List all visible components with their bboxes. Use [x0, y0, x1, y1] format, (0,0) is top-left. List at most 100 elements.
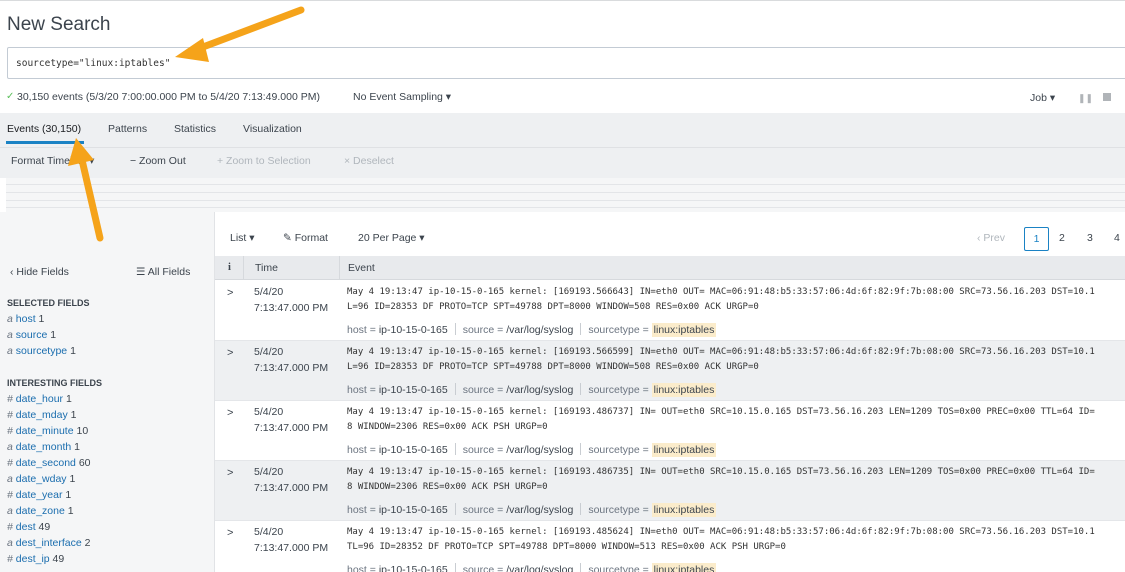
field-name[interactable]: source: [16, 329, 48, 341]
host-value[interactable]: ip-10-15-0-165: [379, 384, 448, 396]
sourcetype-label: sourcetype =: [588, 444, 652, 456]
field-item-date-second[interactable]: # date_second 60: [7, 457, 91, 469]
stop-icon[interactable]: [1103, 93, 1111, 101]
tab-patterns[interactable]: Patterns: [108, 123, 147, 135]
field-item-date-zone[interactable]: a date_zone 1: [7, 505, 74, 517]
results-tabs: Events (30,150) Patterns Statistics Visu…: [0, 113, 1125, 148]
job-menu-button[interactable]: Job ▾: [1030, 92, 1055, 104]
field-item-host[interactable]: a host 1: [7, 313, 44, 325]
tab-statistics[interactable]: Statistics: [174, 123, 216, 135]
field-type-indicator: a: [7, 537, 13, 549]
event-time[interactable]: 7:13:47.000 PM: [254, 422, 328, 434]
expand-row-icon[interactable]: >: [227, 287, 233, 299]
divider: [454, 383, 456, 395]
sourcetype-label: sourcetype =: [588, 564, 652, 572]
field-item-date-minute[interactable]: # date_minute 10: [7, 425, 88, 437]
page-title: New Search: [7, 14, 111, 35]
host-value[interactable]: ip-10-15-0-165: [379, 324, 448, 336]
source-label: source =: [462, 504, 507, 516]
per-page-dropdown[interactable]: 20 Per Page ▾: [358, 232, 425, 244]
sourcetype-value[interactable]: linux:iptables: [651, 383, 717, 397]
field-item-source[interactable]: a source 1: [7, 329, 56, 341]
field-item-date-month[interactable]: a date_month 1: [7, 441, 80, 453]
event-time[interactable]: 7:13:47.000 PM: [254, 302, 328, 314]
field-item-date-year[interactable]: # date_year 1: [7, 489, 71, 501]
format-button[interactable]: ✎ Format: [283, 232, 328, 244]
active-tab-indicator: [6, 141, 84, 144]
tab-visualization[interactable]: Visualization: [243, 123, 302, 135]
selected-fields-heading: SELECTED FIELDS: [7, 298, 90, 308]
search-query-text[interactable]: sourcetype="linux:iptables": [16, 58, 170, 69]
source-value[interactable]: /var/log/syslog: [506, 444, 573, 456]
divider: [580, 503, 582, 515]
host-value[interactable]: ip-10-15-0-165: [379, 564, 448, 572]
field-name[interactable]: date_month: [16, 441, 71, 453]
hide-fields-button[interactable]: ‹ Hide Fields: [10, 266, 69, 278]
pager-page-1[interactable]: 1: [1024, 227, 1049, 251]
event-count-status: 30,150 events (5/3/20 7:00:00.000 PM to …: [17, 91, 320, 103]
field-item-date-mday[interactable]: # date_mday 1: [7, 409, 76, 421]
event-raw-line: May 4 19:13:47 ip-10-15-0-165 kernel: [1…: [347, 407, 1095, 417]
field-name[interactable]: date_year: [16, 489, 63, 501]
field-name[interactable]: date_zone: [16, 505, 65, 517]
field-distinct-count: 49: [38, 521, 51, 533]
field-item-date-wday[interactable]: a date_wday 1: [7, 473, 75, 485]
pause-icon[interactable]: ❚❚: [1078, 93, 1093, 104]
event-time[interactable]: 7:13:47.000 PM: [254, 482, 328, 494]
source-value[interactable]: /var/log/syslog: [506, 324, 573, 336]
field-item-dest-interface[interactable]: a dest_interface 2: [7, 537, 91, 549]
timeline-gridline: [6, 207, 1125, 208]
field-type-indicator: a: [7, 329, 13, 341]
source-label: source =: [462, 564, 507, 572]
pager-prev-button[interactable]: ‹ Prev: [977, 232, 1005, 244]
field-name[interactable]: dest_ip: [16, 553, 50, 565]
all-fields-button[interactable]: ☰ All Fields: [136, 266, 190, 278]
field-name[interactable]: date_mday: [16, 409, 68, 421]
event-time[interactable]: 7:13:47.000 PM: [254, 542, 328, 554]
pager-page-2[interactable]: 2: [1059, 232, 1065, 244]
event-row[interactable]: >5/4/20 7:13:47.000 PM May 4 19:13:47 ip-1…: [215, 461, 1125, 521]
field-name[interactable]: date_wday: [16, 473, 67, 485]
timeline-gridline: [6, 184, 1125, 185]
field-item-date-hour[interactable]: # date_hour 1: [7, 393, 72, 405]
list-view-dropdown[interactable]: List ▾: [230, 232, 255, 244]
expand-row-icon[interactable]: >: [227, 467, 233, 479]
sourcetype-value[interactable]: linux:iptables: [651, 443, 717, 457]
field-name[interactable]: date_second: [16, 457, 76, 469]
sourcetype-value[interactable]: linux:iptables: [651, 323, 717, 337]
field-name[interactable]: date_minute: [16, 425, 74, 437]
format-timeline-dropdown[interactable]: Format Timeline ▾: [11, 155, 94, 167]
field-name[interactable]: sourcetype: [16, 345, 67, 357]
search-input[interactable]: sourcetype="linux:iptables": [7, 47, 1125, 79]
tab-events[interactable]: Events (30,150): [7, 123, 81, 135]
time-column-header[interactable]: Time: [255, 262, 278, 274]
field-item-sourcetype[interactable]: a sourcetype 1: [7, 345, 76, 357]
expand-row-icon[interactable]: >: [227, 407, 233, 419]
event-row[interactable]: >5/4/20 7:13:47.000 PM May 4 19:13:47 ip-1…: [215, 401, 1125, 461]
event-row[interactable]: >5/4/20 7:13:47.000 PM May 4 19:13:47 ip-1…: [215, 521, 1125, 572]
field-item-dest-ip[interactable]: # dest_ip 49: [7, 553, 64, 565]
event-sampling-dropdown[interactable]: No Event Sampling ▾: [353, 91, 451, 103]
deselect-button[interactable]: × Deselect: [344, 155, 394, 167]
zoom-to-selection-button[interactable]: + Zoom to Selection: [217, 155, 311, 167]
field-name[interactable]: host: [16, 313, 36, 325]
host-value[interactable]: ip-10-15-0-165: [379, 504, 448, 516]
pager-page-4[interactable]: 4: [1114, 232, 1120, 244]
field-name[interactable]: date_hour: [16, 393, 63, 405]
event-row[interactable]: >5/4/20 7:13:47.000 PM May 4 19:13:47 ip-1…: [215, 341, 1125, 401]
expand-row-icon[interactable]: >: [227, 527, 233, 539]
sourcetype-value[interactable]: linux:iptables: [651, 503, 717, 517]
event-time[interactable]: 7:13:47.000 PM: [254, 362, 328, 374]
sourcetype-value[interactable]: linux:iptables: [651, 563, 717, 572]
pager-page-3[interactable]: 3: [1087, 232, 1093, 244]
expand-row-icon[interactable]: >: [227, 347, 233, 359]
host-value[interactable]: ip-10-15-0-165: [379, 444, 448, 456]
zoom-out-button[interactable]: − Zoom Out: [130, 155, 186, 167]
source-value[interactable]: /var/log/syslog: [506, 384, 573, 396]
source-value[interactable]: /var/log/syslog: [506, 504, 573, 516]
event-row[interactable]: >5/4/20 7:13:47.000 PM May 4 19:13:47 ip-1…: [215, 281, 1125, 341]
source-value[interactable]: /var/log/syslog: [506, 564, 573, 572]
field-name[interactable]: dest_interface: [16, 537, 82, 549]
field-item-dest[interactable]: # dest 49: [7, 521, 50, 533]
field-name[interactable]: dest: [16, 521, 36, 533]
